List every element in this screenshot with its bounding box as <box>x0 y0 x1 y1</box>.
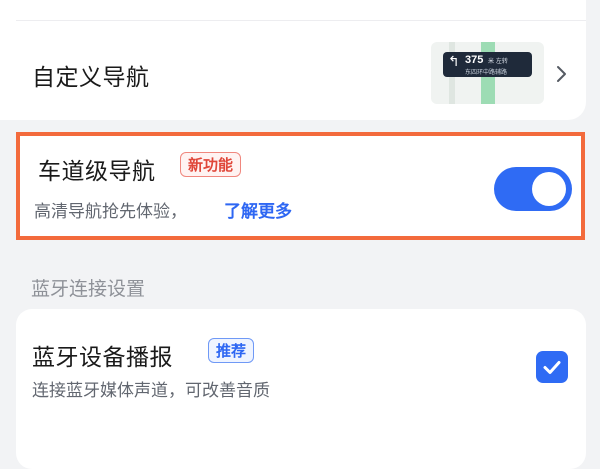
lane-navigation-toggle[interactable] <box>494 167 572 211</box>
bluetooth-broadcast-title: 蓝牙设备播报 <box>32 345 173 371</box>
learn-more-link[interactable]: 了解更多 <box>224 197 292 222</box>
bluetooth-broadcast-checkbox[interactable] <box>536 351 568 383</box>
custom-navigation-card: 自定义导航 ↰ 375 米 左转 东四环中路辅路 <box>0 0 586 120</box>
turn-unit: 米 左转 <box>488 58 508 65</box>
turn-left-arrow-icon: ↰ <box>448 54 460 70</box>
turn-distance: 375 <box>465 54 484 66</box>
bluetooth-broadcast-subtitle: 连接蓝牙媒体声道，可改善音质 <box>32 381 270 401</box>
bluetooth-section-header: 蓝牙连接设置 <box>31 278 146 300</box>
navigation-preview-thumbnail[interactable]: ↰ 375 米 左转 东四环中路辅路 <box>431 42 544 104</box>
chevron-right-icon[interactable] <box>556 65 568 83</box>
navigation-banner: ↰ 375 米 左转 东四环中路辅路 <box>443 52 532 77</box>
lane-level-navigation-card: 车道级导航 新功能 高清导航抢先体验， 了解更多 <box>16 132 585 240</box>
road-name: 东四环中路辅路 <box>465 69 508 76</box>
custom-navigation-label[interactable]: 自定义导航 <box>32 58 150 92</box>
lane-navigation-title: 车道级导航 <box>38 159 156 185</box>
checkmark-icon <box>543 361 561 374</box>
lane-navigation-subtitle: 高清导航抢先体验， <box>34 202 187 222</box>
recommended-badge: 推荐 <box>208 338 255 363</box>
new-feature-badge: 新功能 <box>180 152 242 177</box>
bluetooth-settings-card: 蓝牙设备播报 推荐 连接蓝牙媒体声道，可改善音质 <box>16 309 586 469</box>
divider <box>16 20 586 21</box>
toggle-knob <box>532 172 566 206</box>
